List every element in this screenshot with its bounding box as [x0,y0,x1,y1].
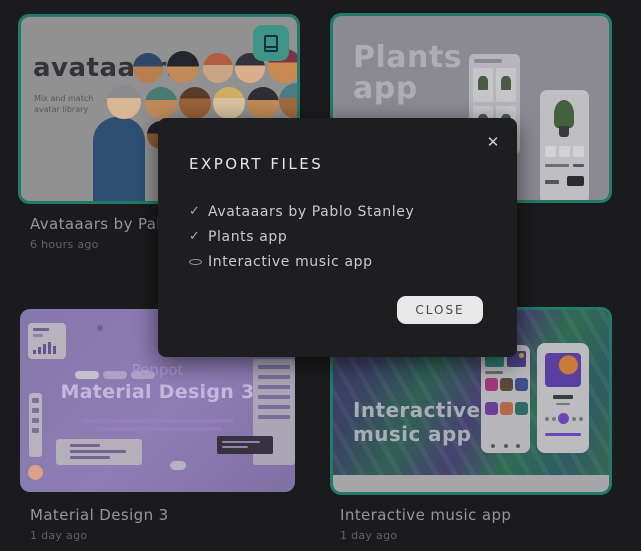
shared-library-badge [253,25,289,61]
close-icon[interactable]: ✕ [483,132,503,152]
thumbnail-title: Plants app [353,42,462,104]
spinner-icon [189,259,208,265]
export-file-list: ✓ Avataaars by Pablo Stanley ✓ Plants ap… [189,199,414,274]
book-icon [264,35,278,52]
close-button[interactable]: CLOSE [397,296,483,324]
fab-circle [28,465,43,480]
file-time-avataaars: 6 hours ago [30,238,99,251]
thumbnail-subtitle: Mix and match avatar library [34,93,93,115]
mini-tooltip [217,436,273,454]
modal-title: EXPORT FILES [189,155,323,173]
thumbnail-title: Interactive music app [353,398,480,446]
export-files-modal: ✕ EXPORT FILES ✓ Avataaars by Pablo Stan… [158,118,517,357]
export-item-exported: ✓ Plants app [189,224,414,249]
file-time-music-app: 1 day ago [340,529,397,542]
penpot-dashboard: avataaars Mix and match avatar library A… [0,0,641,551]
export-item-exported: ✓ Avataaars by Pablo Stanley [189,199,414,224]
file-name-music-app: Interactive music app [340,506,511,524]
check-icon: ✓ [189,229,208,244]
mini-toggle [170,461,186,470]
phone-mockup [481,345,530,453]
mini-card [56,439,142,465]
file-name-material-design: Material Design 3 [30,506,169,524]
thumbnail-footer-strip [333,475,609,492]
file-time-material-design: 1 day ago [30,529,87,542]
phone-mockup [540,90,589,200]
export-item-exporting: Interactive music app [189,249,414,274]
export-item-label: Interactive music app [208,254,373,270]
phone-mockup [537,343,589,453]
export-item-label: Avataaars by Pablo Stanley [208,204,414,220]
check-icon: ✓ [189,204,208,219]
export-item-label: Plants app [208,229,287,245]
thumbnail-subtitle-lines [82,419,234,423]
mini-chart-card [28,323,66,359]
